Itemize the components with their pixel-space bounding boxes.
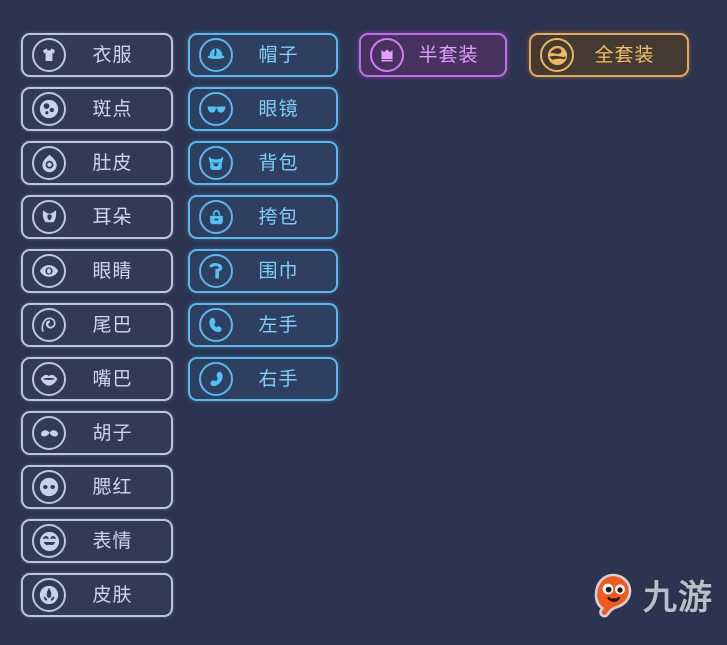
shirt-icon bbox=[32, 38, 66, 72]
watermark-text: 九游 bbox=[643, 578, 713, 618]
category-label: 围巾 bbox=[258, 259, 299, 282]
category-label: 胡子 bbox=[92, 421, 133, 444]
category-button-clothes[interactable]: 衣服 bbox=[21, 33, 173, 77]
category-button-spots[interactable]: 斑点 bbox=[21, 87, 173, 131]
category-button-tail[interactable]: 尾巴 bbox=[21, 303, 173, 347]
category-button-skin[interactable]: 皮肤 bbox=[21, 573, 173, 617]
left-hand-icon bbox=[199, 308, 233, 342]
spots-icon bbox=[32, 92, 66, 126]
category-label: 衣服 bbox=[92, 43, 133, 66]
suits-row: 半套装 全套装 bbox=[359, 33, 689, 87]
category-button-glasses[interactable]: 眼镜 bbox=[188, 87, 338, 131]
category-button-backpack[interactable]: 背包 bbox=[188, 141, 338, 185]
category-label: 眼睛 bbox=[92, 259, 133, 282]
watermark: 九游 bbox=[589, 573, 713, 623]
category-label: 耳朵 bbox=[92, 205, 133, 228]
category-button-half-suit[interactable]: 半套装 bbox=[359, 33, 507, 77]
category-button-blush[interactable]: 腮红 bbox=[21, 465, 173, 509]
scarf-icon bbox=[199, 254, 233, 288]
category-label: 腮红 bbox=[92, 475, 133, 498]
category-label: 尾巴 bbox=[92, 313, 133, 336]
body-parts-column: 衣服 斑点 肚皮 耳朵 眼睛 尾巴 嘴巴 胡子 腮红 表情 皮肤 bbox=[21, 33, 173, 627]
right-hand-icon bbox=[199, 362, 233, 396]
category-button-belly[interactable]: 肚皮 bbox=[21, 141, 173, 185]
category-label: 斑点 bbox=[92, 97, 133, 120]
full-suit-icon bbox=[540, 38, 574, 72]
shoulder-bag-icon bbox=[199, 200, 233, 234]
blush-icon bbox=[32, 470, 66, 504]
ears-icon bbox=[32, 200, 66, 234]
category-button-left-hand[interactable]: 左手 bbox=[188, 303, 338, 347]
eye-icon bbox=[32, 254, 66, 288]
jiuyou-mascot-icon bbox=[589, 573, 637, 623]
category-button-scarf[interactable]: 围巾 bbox=[188, 249, 338, 293]
category-label: 帽子 bbox=[258, 43, 299, 66]
backpack-icon bbox=[199, 146, 233, 180]
category-label: 眼镜 bbox=[258, 97, 299, 120]
category-button-ears[interactable]: 耳朵 bbox=[21, 195, 173, 239]
category-label: 半套装 bbox=[418, 43, 479, 66]
expression-icon bbox=[32, 524, 66, 558]
half-suit-icon bbox=[370, 38, 404, 72]
accessories-column: 帽子 眼镜 背包 挎包 围巾 左手 右手 bbox=[188, 33, 338, 411]
category-board: 衣服 斑点 肚皮 耳朵 眼睛 尾巴 嘴巴 胡子 腮红 表情 皮肤 帽子 眼镜 背… bbox=[0, 0, 727, 645]
category-label: 表情 bbox=[92, 529, 133, 552]
category-label: 肚皮 bbox=[92, 151, 133, 174]
category-button-mustache[interactable]: 胡子 bbox=[21, 411, 173, 455]
mouth-icon bbox=[32, 362, 66, 396]
category-label: 右手 bbox=[258, 367, 299, 390]
category-label: 左手 bbox=[258, 313, 299, 336]
category-label: 背包 bbox=[258, 151, 299, 174]
category-label: 皮肤 bbox=[92, 583, 133, 606]
category-button-hat[interactable]: 帽子 bbox=[188, 33, 338, 77]
category-label: 全套装 bbox=[594, 43, 655, 66]
category-button-eyes[interactable]: 眼睛 bbox=[21, 249, 173, 293]
category-button-right-hand[interactable]: 右手 bbox=[188, 357, 338, 401]
skin-icon bbox=[32, 578, 66, 612]
category-button-mouth[interactable]: 嘴巴 bbox=[21, 357, 173, 401]
glasses-icon bbox=[199, 92, 233, 126]
mustache-icon bbox=[32, 416, 66, 450]
tail-icon bbox=[32, 308, 66, 342]
category-button-shoulder-bag[interactable]: 挎包 bbox=[188, 195, 338, 239]
category-button-expression[interactable]: 表情 bbox=[21, 519, 173, 563]
hat-icon bbox=[199, 38, 233, 72]
category-label: 嘴巴 bbox=[92, 367, 133, 390]
belly-icon bbox=[32, 146, 66, 180]
category-label: 挎包 bbox=[258, 205, 299, 228]
category-button-full-suit[interactable]: 全套装 bbox=[529, 33, 689, 77]
